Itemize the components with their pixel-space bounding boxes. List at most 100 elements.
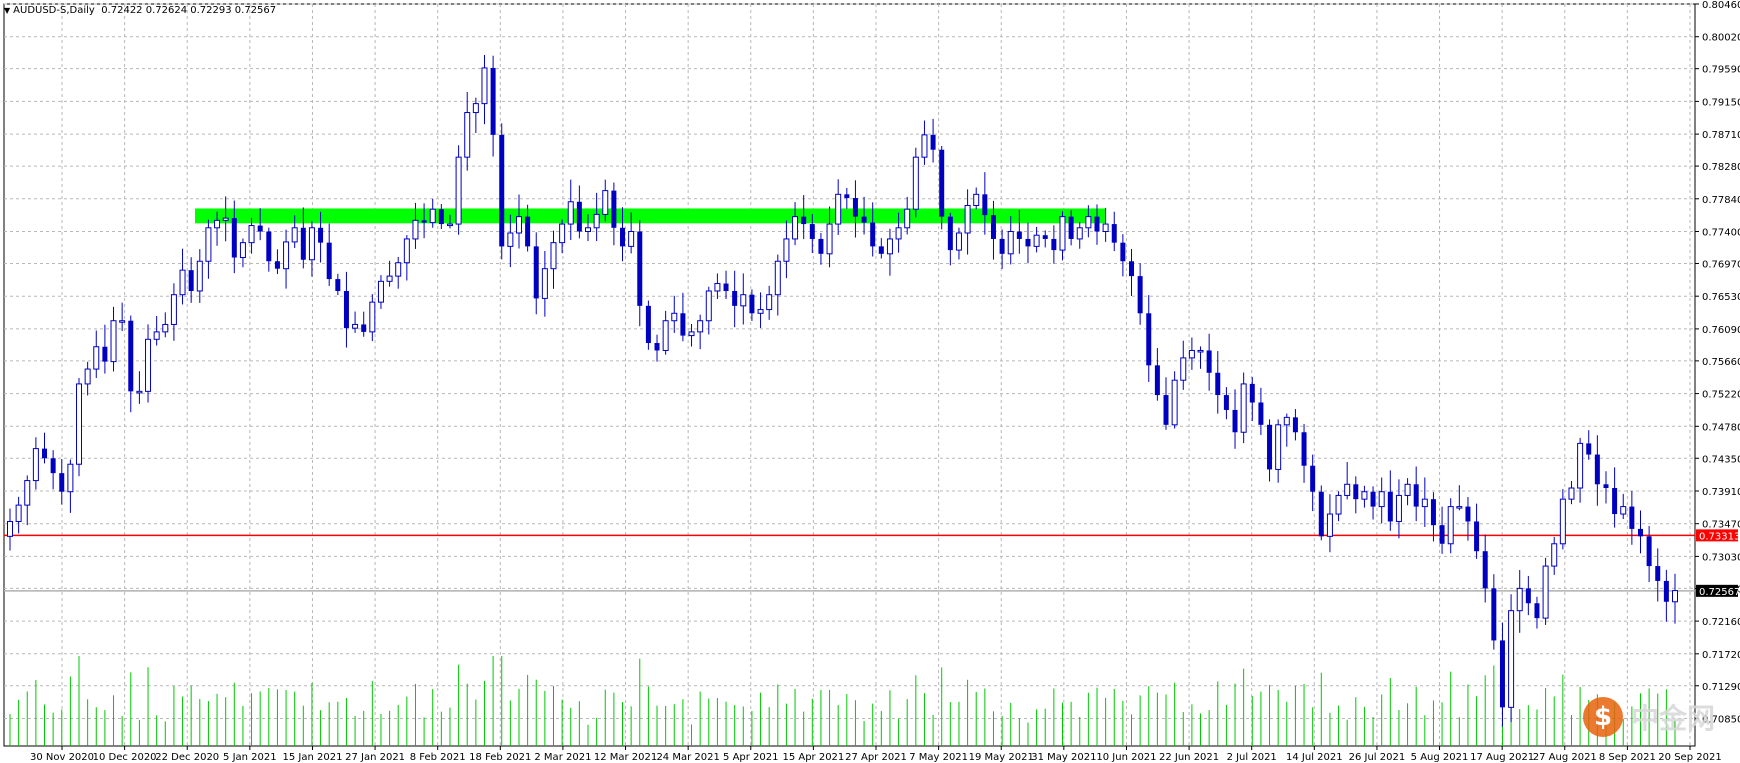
candle-body-down	[1586, 443, 1592, 455]
candle-body-down	[438, 209, 444, 225]
candle-body-down	[1663, 580, 1669, 602]
x-tick-label: 30 Nov 2020	[30, 752, 94, 763]
candle-body-down	[1465, 506, 1471, 522]
candle-body-down	[930, 134, 936, 150]
x-tick-label: 22 Dec 2020	[155, 752, 219, 763]
y-tick-label: 0.77840	[1702, 195, 1740, 206]
x-tick-label: 10 Dec 2020	[93, 752, 157, 763]
candle-body-down	[878, 246, 884, 254]
candle-body-up	[412, 219, 419, 240]
candle-body-up	[1395, 494, 1402, 522]
candle-body-up	[964, 204, 971, 234]
candle-body-down	[318, 227, 324, 243]
candle-body-up	[1456, 506, 1463, 509]
candle-body-down	[1637, 528, 1643, 537]
y-tick-label: 0.72160	[1702, 617, 1740, 628]
x-tick-label: 20 Sep 2021	[1658, 752, 1721, 763]
watermark-coin-icon: $	[1583, 697, 1623, 737]
candle-body-up	[1672, 590, 1678, 603]
y-tick-label: 0.75660	[1702, 357, 1740, 368]
candle-body-up	[1620, 506, 1627, 515]
candle-body-down	[1232, 409, 1238, 433]
candle-body-up	[895, 227, 902, 240]
candle-body-down	[1629, 506, 1635, 529]
candle-body-up	[1275, 424, 1282, 470]
candle-body-down	[1439, 525, 1445, 544]
price-chart[interactable]: 0.80460 0.80020 0.79590 0.79150 0.78710 0.782…	[0, 0, 1740, 763]
candle-body-down	[1491, 588, 1497, 641]
x-tick-label: 12 Mar 2021	[594, 752, 657, 763]
candle-body-down	[1430, 499, 1436, 526]
candle-body-up	[386, 275, 393, 282]
candle-body-up	[585, 227, 592, 233]
y-tick-label: 0.74780	[1702, 422, 1740, 433]
candle-body-up	[446, 223, 453, 227]
dropdown-triangle-icon[interactable]: ▼	[4, 6, 10, 15]
candle-body-up	[740, 294, 747, 307]
candle-body-down	[801, 216, 807, 225]
candle-body-up	[1240, 383, 1247, 433]
candle-body-up	[1421, 498, 1428, 508]
candle-body-down	[637, 231, 643, 306]
watermark-text: 中金网	[1631, 702, 1716, 735]
y-tick-label: 0.80020	[1702, 33, 1740, 44]
candle-body-down	[576, 201, 582, 232]
y-tick-label: 0.73910	[1702, 487, 1740, 498]
candle-body-down	[1612, 488, 1618, 515]
candle-body-up	[1577, 442, 1584, 489]
candle-body-up	[1447, 506, 1454, 545]
candle-body-down	[982, 194, 988, 216]
x-tick-label: 8 Feb 2021	[410, 752, 466, 763]
y-tick-label: 0.76090	[1702, 325, 1740, 336]
y-tick-label: 0.78280	[1702, 162, 1740, 173]
candle-body-down	[1094, 216, 1100, 232]
candle-body-up	[153, 331, 160, 340]
candle-body-down	[852, 198, 858, 217]
candle-body-down	[1025, 238, 1031, 247]
candle-body-up	[291, 227, 298, 243]
candle-body-down	[1413, 484, 1419, 507]
candle-body-down	[1206, 350, 1212, 373]
candle-body-down	[274, 261, 280, 269]
candle-body-up	[1076, 227, 1083, 240]
candle-body-down	[1120, 242, 1126, 262]
candle-body-up	[886, 238, 893, 255]
candle-body-up	[835, 193, 842, 225]
candle-body-down	[59, 473, 65, 492]
x-tick-label: 19 May 2021	[969, 752, 1034, 763]
candle-body-down	[1318, 491, 1324, 537]
hline-price-label: 0.73313	[1699, 531, 1740, 542]
candle-body-up	[1542, 565, 1549, 619]
candle-body-down	[1146, 313, 1152, 366]
x-tick-label: 2 Mar 2021	[534, 752, 591, 763]
candle-body-down	[809, 224, 815, 239]
candle-body-down	[50, 458, 56, 474]
candle-body-up	[662, 320, 669, 351]
candle-body-down	[257, 225, 263, 232]
candle-body-up	[688, 331, 695, 337]
candle-body-up	[110, 320, 117, 363]
time-axis: 30 Nov 202010 Dec 202022 Dec 2020 5 Jan 2…	[30, 746, 1722, 763]
candle-body-down	[1111, 224, 1117, 243]
candle-body-down	[1042, 235, 1048, 239]
candle-body-up	[214, 219, 221, 229]
candle-body-up	[602, 190, 609, 215]
candle-body-down	[361, 324, 367, 332]
candle-body-down	[1534, 603, 1540, 619]
candle-body-up	[1404, 483, 1411, 496]
candle-body-up	[352, 323, 359, 329]
x-tick-label: 15 Apr 2021	[782, 752, 844, 763]
candle-body-up	[283, 241, 290, 270]
candle-body-down	[732, 290, 738, 306]
candle-body-up	[308, 227, 315, 261]
x-tick-label: 7 May 2021	[909, 752, 968, 763]
hline-price-tag: 0.73313	[1696, 529, 1740, 542]
candle-body-up	[1102, 223, 1109, 233]
candle-body-up	[239, 242, 246, 259]
candle-body-down	[42, 448, 48, 459]
candle-body-up	[973, 193, 980, 206]
candle-body-up	[1508, 610, 1515, 708]
y-tick-label: 0.75220	[1702, 390, 1740, 401]
candle-body-up	[904, 208, 911, 229]
candle-body-down	[861, 216, 867, 223]
